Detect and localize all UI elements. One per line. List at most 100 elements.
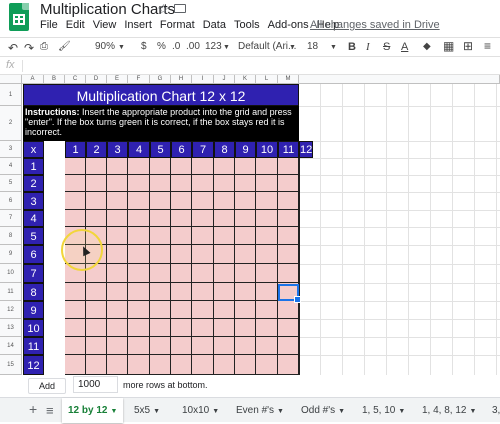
menu-addons[interactable]: Add-ons xyxy=(268,19,309,31)
row-header[interactable]: 15 xyxy=(0,355,22,375)
answer-cell[interactable] xyxy=(107,319,128,337)
answer-cell[interactable] xyxy=(86,283,107,301)
answer-cell[interactable] xyxy=(299,319,300,337)
answer-cell[interactable] xyxy=(214,337,235,355)
answer-cell[interactable] xyxy=(86,337,107,355)
answer-cell[interactable] xyxy=(299,301,300,319)
answer-cell[interactable] xyxy=(214,192,235,210)
decrease-decimal-button[interactable]: .0 xyxy=(172,41,180,52)
answer-cell[interactable] xyxy=(235,355,256,375)
answer-cell[interactable] xyxy=(235,227,256,245)
row-header[interactable]: 2 xyxy=(0,106,22,141)
column-header[interactable]: M xyxy=(278,75,299,84)
folder-icon[interactable] xyxy=(174,4,186,13)
menu-edit[interactable]: Edit xyxy=(66,19,85,31)
answer-cell[interactable] xyxy=(150,301,171,319)
answer-cell[interactable] xyxy=(278,301,299,319)
answer-cell[interactable] xyxy=(128,210,150,227)
row-header[interactable]: 11 xyxy=(0,283,22,301)
answer-cell[interactable] xyxy=(107,355,128,375)
column-multiplier-cell[interactable]: 4 xyxy=(128,141,150,158)
answer-cell[interactable] xyxy=(128,264,150,283)
zoom-select[interactable]: 90% xyxy=(95,41,115,52)
row-multiplier-cell[interactable]: 3 xyxy=(23,192,44,210)
answer-cell[interactable] xyxy=(128,355,150,375)
row-header[interactable]: 9 xyxy=(0,245,22,264)
column-header[interactable]: C xyxy=(65,75,86,84)
answer-cell[interactable] xyxy=(86,301,107,319)
answer-cell[interactable] xyxy=(299,245,300,264)
answer-cell[interactable] xyxy=(278,192,299,210)
answer-cell[interactable] xyxy=(107,227,128,245)
answer-cell[interactable] xyxy=(235,337,256,355)
sheets-logo-icon[interactable] xyxy=(9,3,29,31)
all-sheets-menu-icon[interactable]: ≡ xyxy=(46,403,54,418)
answer-cell[interactable] xyxy=(128,283,150,301)
row-multiplier-cell[interactable]: 8 xyxy=(23,283,44,301)
answer-cell[interactable] xyxy=(171,319,192,337)
formats-chevron-down-icon[interactable]: ▼ xyxy=(223,44,230,51)
star-icon[interactable]: ☆ xyxy=(157,1,170,18)
menu-view[interactable]: View xyxy=(93,19,117,31)
answer-cell[interactable] xyxy=(65,319,86,337)
answer-cell[interactable] xyxy=(214,210,235,227)
column-header[interactable]: J xyxy=(214,75,235,84)
answer-cell[interactable] xyxy=(86,158,107,175)
answer-cell[interactable] xyxy=(150,264,171,283)
answer-cell[interactable] xyxy=(235,192,256,210)
column-header[interactable]: I xyxy=(192,75,214,84)
answer-cell[interactable] xyxy=(65,301,86,319)
currency-button[interactable]: $ xyxy=(141,41,147,52)
strikethrough-button[interactable]: S xyxy=(383,41,390,53)
chevron-down-icon[interactable]: ▼ xyxy=(212,408,219,415)
add-rows-button[interactable]: Add xyxy=(28,378,66,394)
column-header[interactable]: H xyxy=(171,75,192,84)
answer-cell[interactable] xyxy=(128,319,150,337)
answer-cell[interactable] xyxy=(299,264,300,283)
answer-cell[interactable] xyxy=(128,245,150,264)
select-all-corner[interactable] xyxy=(0,75,22,84)
answer-cell[interactable] xyxy=(235,175,256,192)
answer-cell[interactable] xyxy=(171,158,192,175)
chart-title[interactable]: Multiplication Chart 12 x 12 xyxy=(23,84,299,106)
answer-cell[interactable] xyxy=(214,355,235,375)
answer-cell[interactable] xyxy=(256,158,278,175)
redo-icon[interactable]: ↷ xyxy=(24,41,34,55)
answer-cell[interactable] xyxy=(299,355,300,375)
answer-cell[interactable] xyxy=(128,227,150,245)
sheet-tab[interactable]: 1, 4, 8, 12 ▼ xyxy=(416,398,482,423)
row-multiplier-cell[interactable]: 2 xyxy=(23,175,44,192)
row-multiplier-cell[interactable]: 11 xyxy=(23,337,44,355)
answer-cell[interactable] xyxy=(278,227,299,245)
row-header[interactable]: 1 xyxy=(0,84,22,106)
answer-cell[interactable] xyxy=(214,158,235,175)
answer-cell[interactable] xyxy=(150,227,171,245)
answer-cell[interactable] xyxy=(256,245,278,264)
chevron-down-icon[interactable]: ▼ xyxy=(398,408,405,415)
menu-format[interactable]: Format xyxy=(160,19,195,31)
answer-cell[interactable] xyxy=(150,283,171,301)
answer-cell[interactable] xyxy=(278,210,299,227)
answer-cell[interactable] xyxy=(171,337,192,355)
answer-cell[interactable] xyxy=(65,192,86,210)
row-multiplier-cell[interactable]: 7 xyxy=(23,264,44,283)
sheet-tab[interactable]: 3, xyxy=(486,398,500,423)
sheet-grid[interactable]: ABCDEFGHIJKLM 1 2 3 4 5 6 7 8 9 10 11 12 13 14 15 Mult… xyxy=(0,75,500,375)
sheet-tab[interactable]: Even #'s ▼ xyxy=(230,398,290,423)
menu-insert[interactable]: Insert xyxy=(124,19,152,31)
menu-tools[interactable]: Tools xyxy=(234,19,260,31)
row-multiplier-cell[interactable]: 5 xyxy=(23,227,44,245)
row-multiplier-cell[interactable]: 9 xyxy=(23,301,44,319)
chevron-down-icon[interactable]: ▼ xyxy=(153,408,160,415)
answer-cell[interactable] xyxy=(192,175,214,192)
column-header[interactable]: E xyxy=(107,75,128,84)
answer-cell[interactable] xyxy=(235,319,256,337)
answer-cell[interactable] xyxy=(107,264,128,283)
answer-cell[interactable] xyxy=(192,264,214,283)
rows-count-input[interactable]: 1000 xyxy=(73,376,118,393)
row-header[interactable]: 14 xyxy=(0,337,22,355)
column-header[interactable]: A xyxy=(22,75,44,84)
row-header[interactable]: 3 xyxy=(0,141,22,158)
column-multiplier-cell[interactable]: 1 xyxy=(65,141,86,158)
column-multiplier-cell[interactable]: 12 xyxy=(299,141,314,158)
